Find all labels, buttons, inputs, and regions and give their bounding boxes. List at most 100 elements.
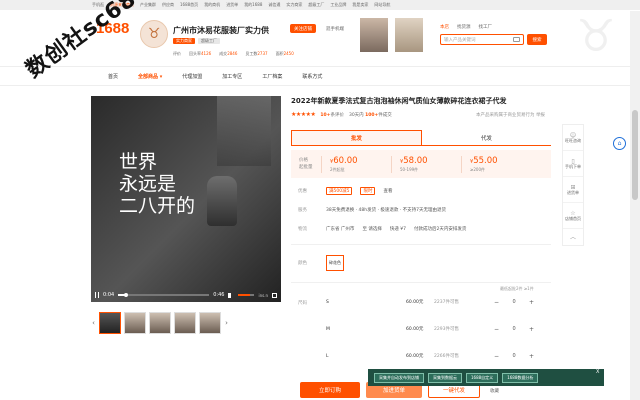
side-tool-label: 店铺首页	[565, 215, 581, 221]
side-tool-star[interactable]: ☆ 店铺首页	[563, 203, 583, 229]
scrollbar-thumb[interactable]	[632, 110, 638, 200]
side-tool-cart[interactable]: ⊞ 进货单	[563, 177, 583, 203]
extension-button[interactable]: 采集并自动发布到店铺	[374, 372, 424, 383]
back-to-top-button[interactable]: ︿	[563, 229, 583, 245]
shop-name[interactable]: 广州市沐易花服装厂实力供	[173, 25, 269, 36]
nav-item[interactable]: 工厂档案	[262, 73, 282, 80]
bull-avatar-icon: ♉	[140, 20, 168, 48]
favorite-link[interactable]: 收藏	[490, 388, 499, 394]
video-progress-bar[interactable]	[118, 292, 210, 297]
topbar-link[interactable]: 我的商机	[204, 2, 220, 8]
nav-item[interactable]: 首页	[108, 73, 118, 80]
quantity-value[interactable]: 0	[507, 326, 521, 332]
nav-item[interactable]: 代理加盟	[182, 73, 202, 80]
size-stock: 2293件可售	[434, 327, 459, 332]
thumb-prev-icon[interactable]: ‹	[91, 319, 96, 327]
thumbnail[interactable]	[149, 312, 171, 334]
nav-item[interactable]: 联系方式	[302, 73, 322, 80]
topbar-link[interactable]: 诚信通	[268, 2, 280, 8]
topbar-link[interactable]: 超级工厂	[308, 2, 324, 8]
extension-close-icon[interactable]: X	[596, 369, 599, 375]
search-tab-shop[interactable]: 本店	[440, 24, 449, 30]
size-row: S 60.00元 2237件可售 − 0 +	[326, 296, 546, 308]
size-row: L 60.00元 2266件可售 − 0 +	[326, 350, 546, 362]
minus-icon[interactable]: −	[494, 299, 499, 306]
search-input[interactable]: 输入产品关键词	[440, 34, 524, 45]
side-tool-chat[interactable]: ☺ 旺旺咨询	[563, 125, 583, 151]
tab-wholesale[interactable]: 批发	[291, 130, 422, 145]
topbar-link[interactable]: 工业品牌	[330, 2, 346, 8]
benefit-row: 优惠 满500减5 限时 查看	[298, 187, 392, 195]
topbar-link[interactable]: 我的1688	[244, 2, 262, 8]
shop-stat-value: 4126	[201, 51, 212, 56]
benefit-tag-limited[interactable]: 限时	[360, 187, 376, 195]
tab-dropship[interactable]: 代发	[422, 130, 551, 145]
color-option[interactable]: 碎花色	[326, 255, 344, 271]
topbar-link[interactable]: 实力商家	[286, 2, 302, 8]
header-photo[interactable]	[360, 18, 388, 52]
thumbnail[interactable]	[124, 312, 146, 334]
badge-strength: 实力商家	[173, 38, 195, 44]
nav-item[interactable]: 加工专区	[222, 73, 242, 80]
buy-now-button[interactable]: 立即订购	[300, 382, 360, 398]
header-photo[interactable]	[395, 18, 423, 52]
size-name: L	[326, 353, 329, 359]
extension-button[interactable]: 1688自定义	[466, 372, 499, 383]
plus-icon[interactable]: +	[529, 353, 534, 360]
chevron-up-icon: ︿	[569, 233, 576, 241]
size-price: 60.00元	[406, 300, 424, 305]
pause-icon[interactable]	[95, 292, 99, 298]
follow-shop-button[interactable]: 关注店铺	[290, 24, 316, 33]
fullscreen-icon[interactable]	[272, 292, 277, 298]
page-scrollbar[interactable]	[630, 11, 640, 400]
nav-item[interactable]: 全部商品 ▾	[138, 73, 162, 80]
quantity-value[interactable]: 0	[507, 353, 521, 359]
topbar-link[interactable]: 1688首页	[180, 2, 198, 8]
video-watermark: ins.n	[258, 292, 268, 298]
plus-icon[interactable]: +	[529, 326, 534, 333]
product-video[interactable]: 世界 永远是 二八开的 0:04 0:46 ins.n	[91, 96, 281, 302]
benefit-tag[interactable]: 满500减5	[326, 187, 353, 195]
benefit-label: 优惠	[298, 189, 307, 194]
topbar-link[interactable]: 网站导航	[374, 2, 390, 8]
sold-suffix: 件成交	[378, 112, 392, 118]
quantity-value[interactable]: 0	[507, 299, 521, 305]
topbar-link[interactable]: 进货单	[226, 2, 238, 8]
thumbnail[interactable]	[99, 312, 121, 334]
quantity-stepper[interactable]: − 0 +	[494, 326, 534, 333]
side-tool-phone[interactable]: ▯ 手机下单	[563, 151, 583, 177]
extension-button[interactable]: 采集到数据云	[428, 372, 462, 383]
volume-icon[interactable]	[228, 292, 234, 298]
video-progress-knob[interactable]	[124, 292, 129, 297]
minus-icon[interactable]: −	[494, 353, 499, 360]
extension-button[interactable]: 1688数据分析	[502, 372, 539, 383]
plus-icon[interactable]: +	[529, 299, 534, 306]
tier-price-value: 60.00	[333, 155, 358, 166]
logistics-to-select[interactable]: 至 请选择	[362, 226, 381, 232]
quantity-stepper[interactable]: − 0 +	[494, 299, 534, 306]
shop-stat-value: 2737	[257, 51, 268, 56]
size-stock: 2237件可售	[434, 300, 459, 305]
camera-icon[interactable]	[513, 37, 520, 42]
topbar-link[interactable]: 供应商	[162, 2, 174, 8]
minus-icon[interactable]: −	[494, 326, 499, 333]
mobile-link[interactable]: 逛手机端	[326, 26, 344, 32]
logistics-note: 付款成功后2天内安排发货	[414, 227, 467, 232]
search-button[interactable]: 搜索	[527, 34, 547, 45]
search-tab-source[interactable]: 找货源	[457, 24, 471, 30]
size-row: M 60.00元 2293件可售 − 0 +	[326, 323, 546, 335]
volume-slider[interactable]	[238, 294, 255, 296]
shop-stat-value: 2450	[283, 51, 294, 56]
report-link[interactable]: 举报	[536, 113, 545, 118]
thumbnail[interactable]	[174, 312, 196, 334]
review-info[interactable]: 10+条评价	[320, 112, 344, 118]
assistant-circle-icon[interactable]: ⌂	[613, 137, 626, 150]
search-tab-factory[interactable]: 找工厂	[479, 24, 493, 30]
quantity-stepper[interactable]: − 0 +	[494, 353, 534, 360]
thumbnail[interactable]	[199, 312, 221, 334]
thumb-next-icon[interactable]: ›	[224, 319, 229, 327]
section-divider	[291, 244, 551, 245]
topbar-link[interactable]: 我是卖家	[352, 2, 368, 8]
shop-stat-label: 成交	[219, 51, 228, 56]
benefit-more-link[interactable]: 查看	[383, 188, 392, 194]
